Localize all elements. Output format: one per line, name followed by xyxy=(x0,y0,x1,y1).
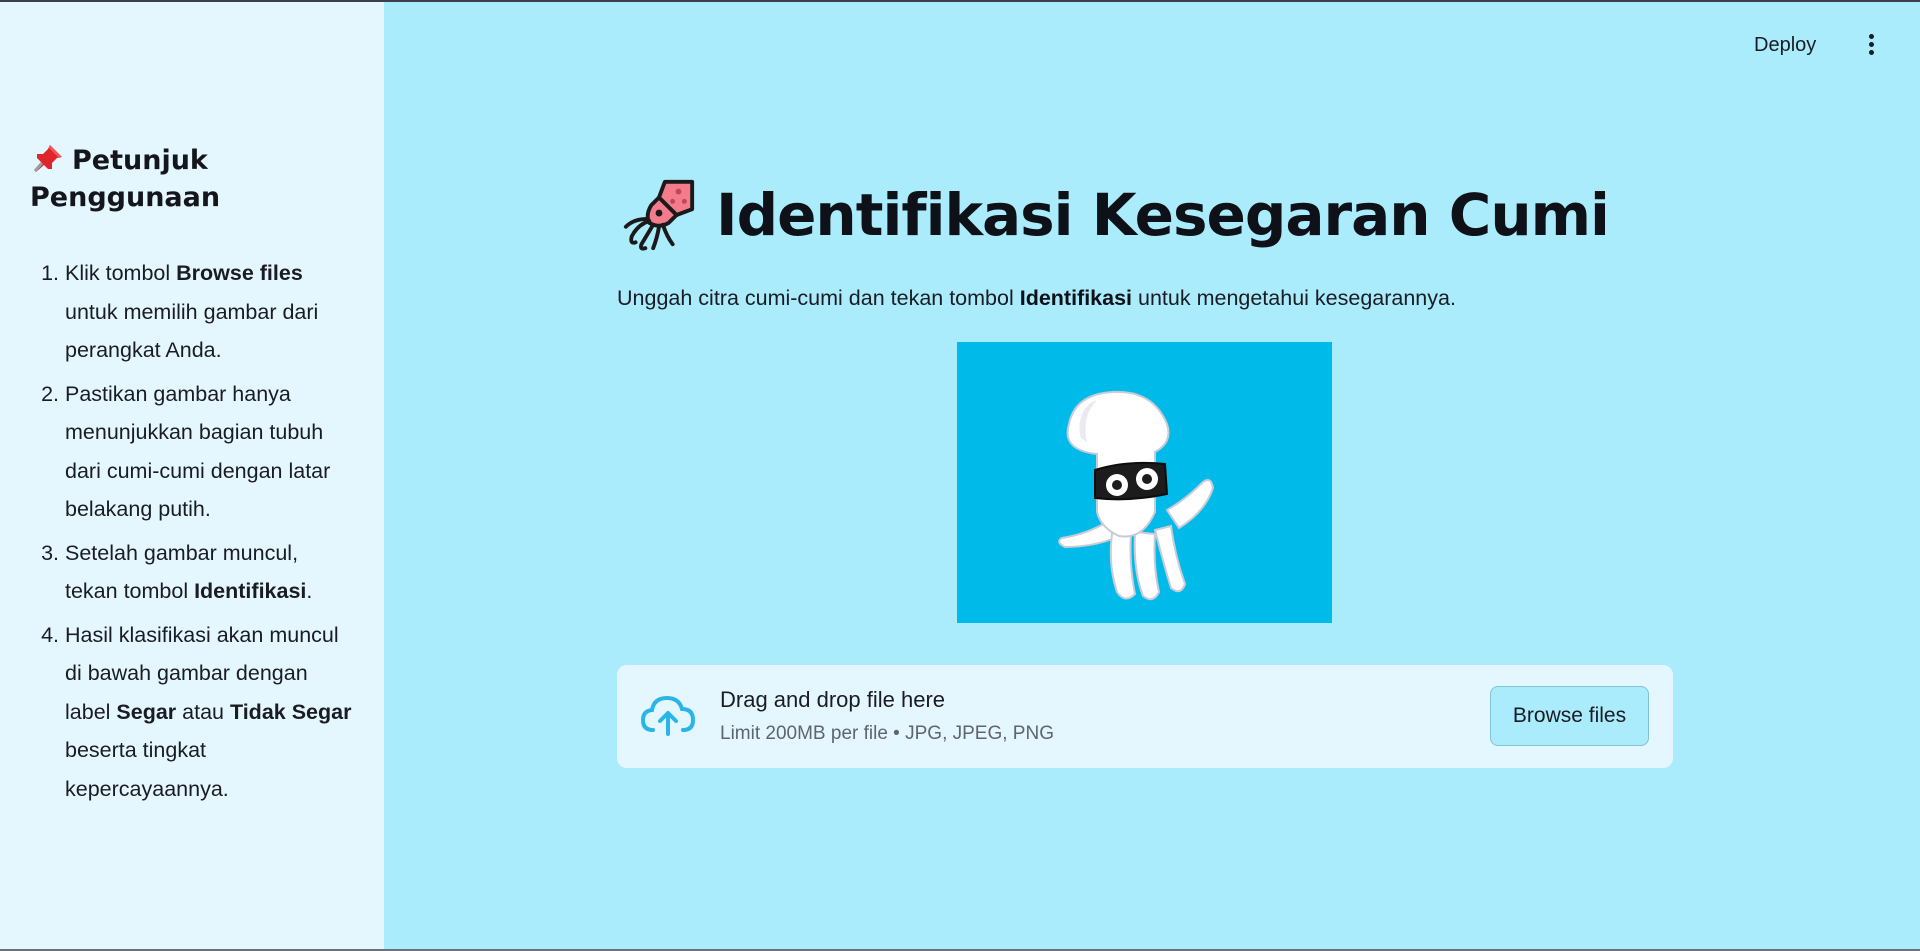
instruction-bold: Browse files xyxy=(176,261,303,285)
drag-drop-label: Drag and drop file here xyxy=(720,687,946,712)
sidebar-title: Petunjuk Penggunaan xyxy=(30,142,354,216)
page-subtitle: Unggah citra cumi-cumi dan tekan tombol … xyxy=(617,283,1456,313)
instruction-item: Hasil klasifikasi akan muncul di bawah g… xyxy=(65,616,354,809)
instruction-text: untuk memilih gambar dari perangkat Anda… xyxy=(65,299,319,363)
instruction-text: atau xyxy=(176,699,230,724)
instruction-item: Klik tombol Browse files untuk memilih g… xyxy=(65,254,354,370)
instruction-item: Setelah gambar muncul, tekan tombol Iden… xyxy=(65,534,354,611)
instruction-bold: Tidak Segar xyxy=(229,699,352,724)
instruction-bold: Identifikasi xyxy=(194,579,307,603)
subtitle-bold: Identifikasi xyxy=(1019,286,1133,310)
subtitle-text: untuk mengetahui kesegarannya. xyxy=(1132,286,1456,310)
instruction-text: Klik tombol xyxy=(65,261,177,285)
squid-icon xyxy=(623,179,695,251)
instruction-text: Pastikan gambar hanya menunjukkan bagian… xyxy=(65,381,331,522)
deploy-button[interactable]: Deploy xyxy=(1754,30,1816,60)
subtitle-text: Unggah citra cumi-cumi dan tekan tombol xyxy=(617,286,1020,310)
instruction-text: beserta tingkat kepercayaannya. xyxy=(65,738,229,801)
vertical-dots-icon[interactable] xyxy=(1864,34,1878,58)
cartoon-squid-illustration xyxy=(957,342,1332,623)
file-uploader-dropzone[interactable]: Drag and drop file here Limit 200MB per … xyxy=(617,665,1673,768)
instruction-bold: Segar xyxy=(116,699,177,724)
pushpin-icon xyxy=(34,145,62,172)
browse-files-button[interactable]: Browse files xyxy=(1490,686,1649,746)
cloud-upload-icon xyxy=(640,695,696,736)
file-limit-label: Limit 200MB per file • JPG, JPEG, PNG xyxy=(720,723,1054,744)
instruction-text: . xyxy=(306,579,313,603)
instructions-list: Klik tombol Browse files untuk memilih g… xyxy=(30,254,354,808)
sidebar: Petunjuk Penggunaan Klik tombol Browse f… xyxy=(0,2,384,949)
squid-illustration-art xyxy=(1058,390,1215,601)
page-title: Identifikasi Kesegaran Cumi xyxy=(620,170,1610,260)
main-title-text: Identifikasi Kesegaran Cumi xyxy=(716,181,1610,249)
instruction-item: Pastikan gambar hanya menunjukkan bagian… xyxy=(65,375,354,529)
